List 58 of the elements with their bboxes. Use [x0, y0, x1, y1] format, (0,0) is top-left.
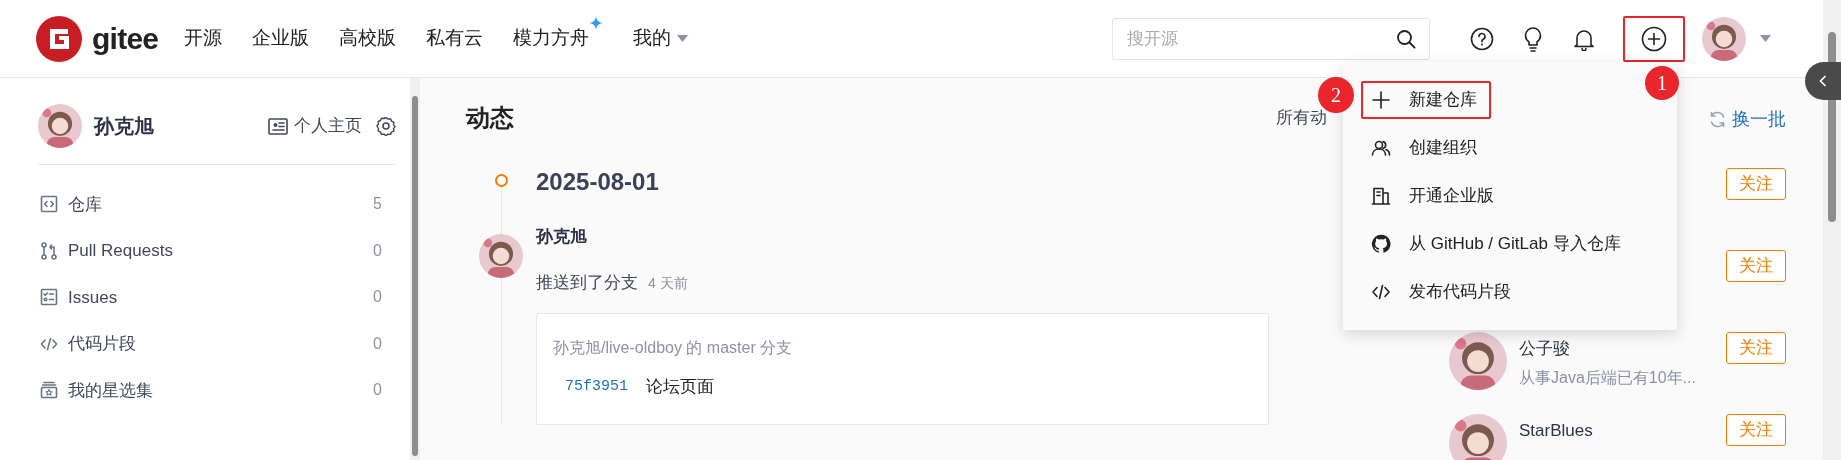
pull-request-icon	[40, 241, 58, 260]
nav-link[interactable]: 企业版	[252, 24, 310, 53]
nav-link[interactable]: 开源	[184, 24, 223, 53]
menu-item[interactable]: 发布代码片段	[1361, 273, 1525, 311]
search-icon[interactable]	[1396, 28, 1416, 49]
nav-link[interactable]: 模力方舟	[513, 16, 604, 53]
sparkle-icon	[589, 16, 604, 31]
collapse-button[interactable]	[1805, 62, 1841, 100]
settings-icon[interactable]	[376, 116, 396, 136]
logo-icon	[36, 15, 82, 62]
timestamp: 4 天前	[648, 273, 688, 293]
chevron-left-icon	[1819, 75, 1827, 87]
search-field[interactable]: 搜开源	[1112, 17, 1430, 60]
caret-icon	[677, 35, 689, 42]
people-icon	[1371, 138, 1391, 158]
user-bio: 从事Java后端已有10年...	[1519, 367, 1697, 388]
refresh-link[interactable]: 换一批	[1732, 105, 1786, 133]
sidebar-item[interactable]: 我的星选集 0	[40, 367, 382, 414]
section-title: 动态	[466, 103, 514, 133]
plus-circle-icon	[1641, 25, 1667, 52]
menu-item[interactable]: 新建仓库	[1361, 81, 1491, 119]
sidebar-item[interactable]: Pull Requests 0	[40, 227, 382, 274]
nav-link[interactable]: 我的	[633, 24, 689, 53]
create-button[interactable]	[1623, 15, 1685, 62]
sidebar-item[interactable]: 代码片段 0	[40, 320, 382, 367]
menu-item[interactable]: 从 GitHub / GitLab 导入仓库	[1361, 225, 1635, 263]
profile-link[interactable]: 个人主页	[294, 113, 362, 139]
nav-link[interactable]: 高校版	[339, 24, 397, 53]
menu-item[interactable]: 创建组织	[1361, 129, 1491, 167]
user-name[interactable]: 公子骏	[1519, 336, 1714, 362]
code-icon	[1371, 282, 1391, 302]
nav-link[interactable]: 私有云	[426, 24, 484, 53]
date-heading: 2025-08-01	[536, 167, 660, 197]
user-avatar	[1449, 414, 1507, 460]
star-box-icon	[40, 381, 58, 400]
user-name[interactable]: StarBlues	[1519, 418, 1714, 444]
sidebar-item[interactable]: Issues 0	[40, 274, 382, 321]
user-name[interactable]: 孙克旭	[94, 111, 154, 141]
plus-icon	[1371, 90, 1391, 110]
user-avatar	[38, 104, 82, 148]
code-box-icon	[40, 195, 58, 214]
caret-icon[interactable]	[1760, 35, 1771, 42]
id-card-icon	[268, 117, 288, 135]
checklist-icon	[40, 288, 58, 307]
user-avatar	[1702, 16, 1746, 61]
author-name[interactable]: 孙克旭	[536, 224, 1269, 250]
commit-message: 论坛页面	[646, 376, 714, 398]
github-icon	[1371, 234, 1391, 254]
building-icon	[1371, 186, 1391, 206]
activity-text: 推送到了分支	[536, 271, 638, 294]
sidebar-item[interactable]: 仓库 5	[40, 181, 382, 228]
logo-text: gitee	[92, 21, 159, 57]
user-avatar	[479, 234, 523, 278]
commit-hash[interactable]: 75f3951	[565, 375, 628, 398]
scrollbar[interactable]	[412, 96, 418, 456]
menu-item[interactable]: 开通企业版	[1361, 177, 1508, 215]
refresh-icon	[1709, 110, 1726, 128]
help-icon[interactable]	[1470, 26, 1494, 51]
